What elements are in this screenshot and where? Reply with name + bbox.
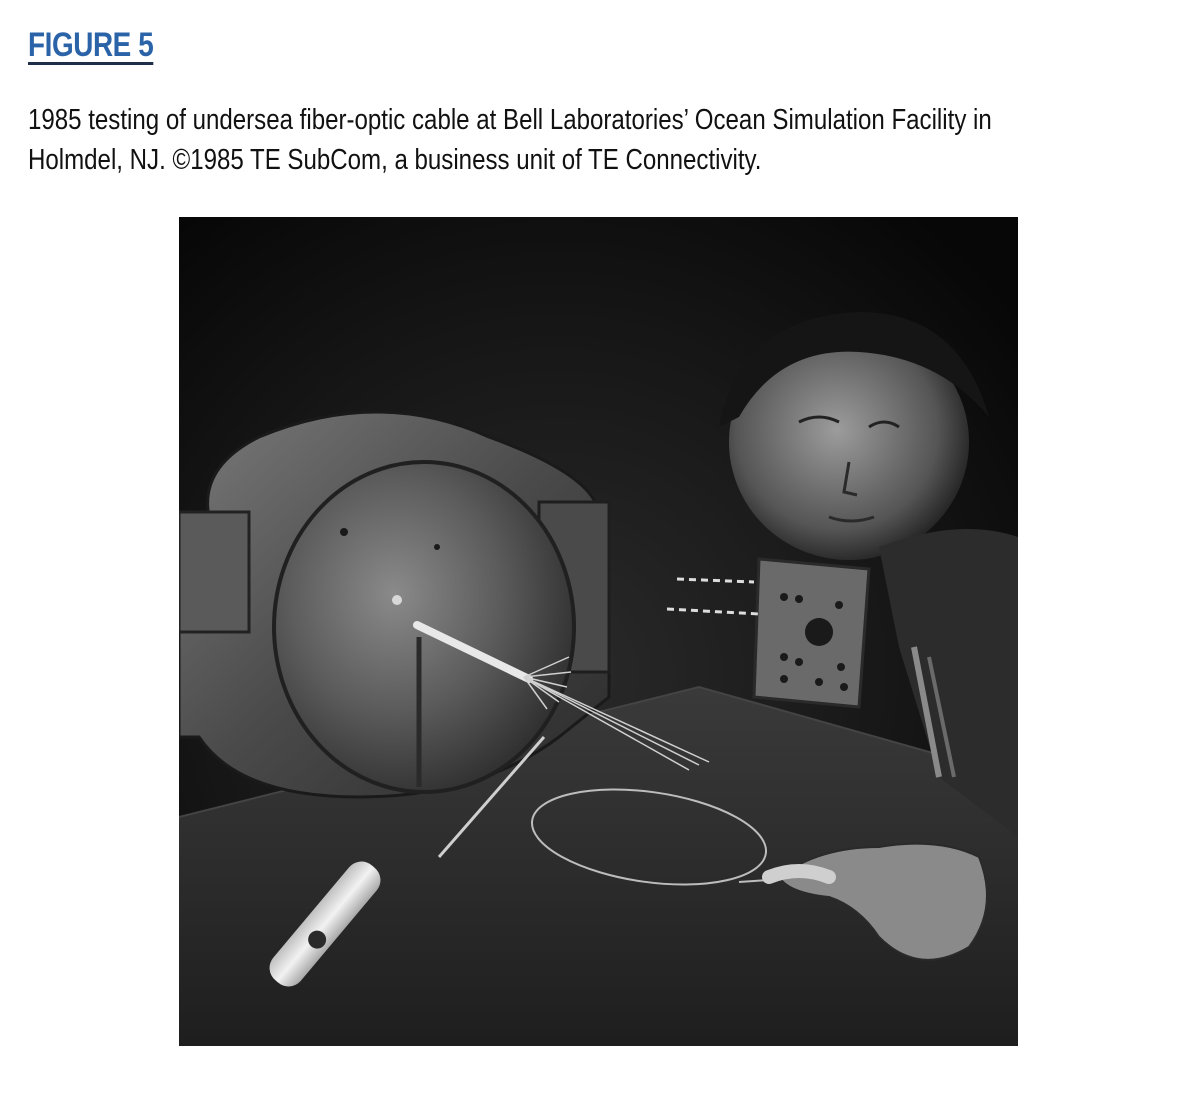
- figure-label: FIGURE 5: [28, 26, 154, 64]
- figure-photo: [179, 217, 1018, 1046]
- figure-caption: 1985 testing of undersea fiber-optic cab…: [28, 100, 1173, 180]
- caption-line-2: Holmdel, NJ. ©1985 TE SubCom, a business…: [28, 144, 762, 176]
- photo-illustration: [179, 217, 1018, 1046]
- caption-line-1: 1985 testing of undersea fiber-optic cab…: [28, 104, 992, 136]
